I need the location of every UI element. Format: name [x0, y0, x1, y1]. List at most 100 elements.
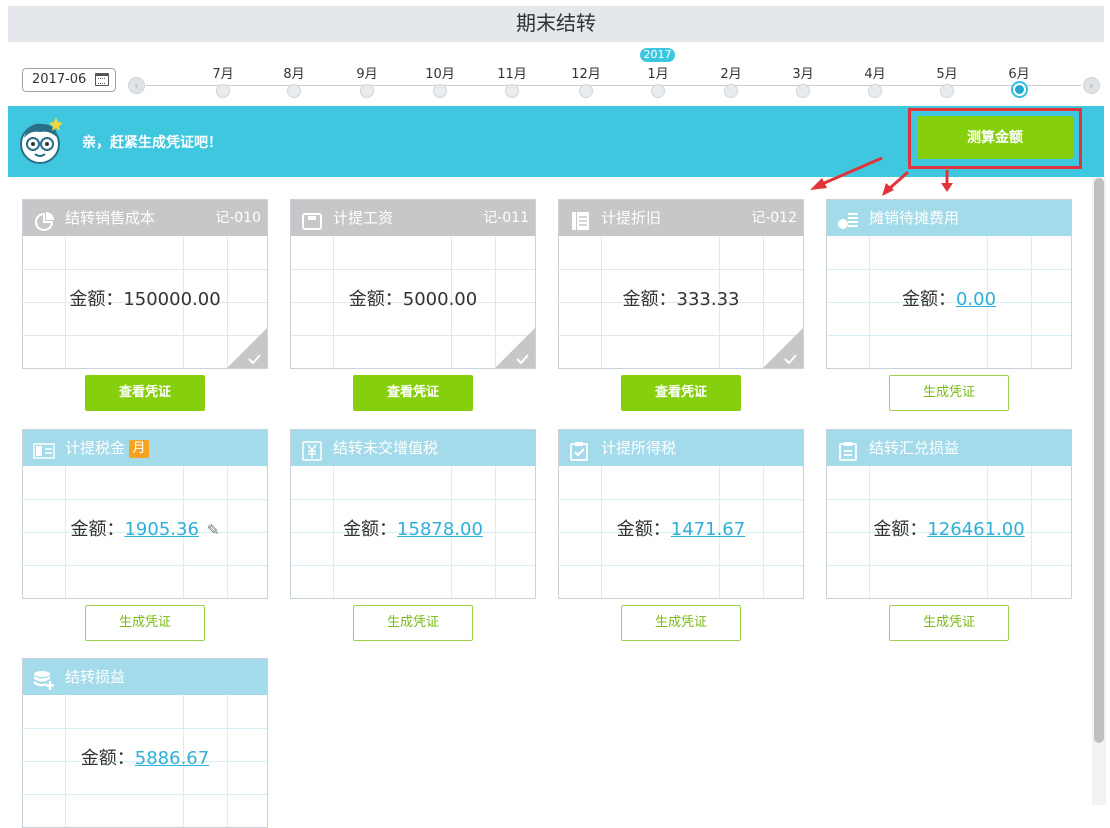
grid-line: [291, 499, 535, 500]
pie-chart-icon: [33, 208, 55, 231]
month-label: 11月: [497, 67, 527, 82]
grid-line: [23, 728, 267, 729]
timeline-month-active[interactable]: 6月: [1004, 63, 1034, 96]
card-header: 计提税金月: [23, 430, 267, 466]
card-title: 计提所得税: [601, 439, 677, 457]
transfer-card: 计提税金月金额：1905.36 ✎: [22, 429, 268, 599]
timeline-month[interactable]: 1月: [643, 63, 673, 98]
generate-voucher-button[interactable]: 生成凭证: [889, 375, 1009, 411]
page-frame: 期末结转 2017-06 ‹ 2017 7月 8月 9月 10月 11月 12月…: [0, 0, 1110, 828]
month-dot[interactable]: [724, 84, 738, 98]
card-header: 摊销待摊费用: [827, 200, 1071, 236]
completed-check-icon: [495, 328, 535, 368]
month-dot[interactable]: [216, 84, 230, 98]
generate-voucher-button[interactable]: 生成凭证: [85, 605, 205, 641]
timeline-month[interactable]: 11月: [497, 63, 527, 98]
grid-line: [827, 269, 1071, 270]
timeline-prev-arrow-icon[interactable]: ‹: [128, 77, 145, 94]
voucher-number: 记-011: [483, 210, 529, 226]
month-dot[interactable]: [360, 84, 374, 98]
timeline-next-arrow-icon[interactable]: ›: [1083, 77, 1100, 94]
view-voucher-button[interactable]: 查看凭证: [353, 375, 473, 411]
transfer-card: 摊销待摊费用金额：0.00: [826, 199, 1072, 369]
card-header: 结转汇兑损益: [827, 430, 1071, 466]
amount-value[interactable]: 1905.36: [124, 519, 198, 540]
wallet-icon: [301, 208, 323, 230]
card-title: 结转未交增值税: [333, 439, 439, 457]
timeline-month[interactable]: 9月: [352, 63, 382, 98]
card-header: 结转销售成本 记-010: [23, 200, 267, 236]
month-dot[interactable]: [796, 84, 810, 98]
timeline-month[interactable]: 5月: [932, 63, 962, 98]
month-dot[interactable]: [433, 84, 447, 98]
annotation-arrows: [810, 156, 953, 196]
amount-value[interactable]: 1471.67: [671, 519, 745, 540]
timeline-month[interactable]: 7月: [208, 63, 238, 98]
amount-value[interactable]: 5886.67: [135, 748, 209, 769]
card-header: 计提折旧 记-012: [559, 200, 803, 236]
generate-voucher-button[interactable]: 生成凭证: [353, 605, 473, 641]
card-header: 结转损益: [23, 659, 267, 695]
card-title: 结转汇兑损益: [869, 439, 960, 457]
edit-pencil-icon[interactable]: ✎: [207, 521, 220, 539]
timeline-month[interactable]: 8月: [279, 63, 309, 98]
card-title: 计提折旧: [601, 209, 662, 227]
completed-check-icon: [227, 328, 267, 368]
voucher-number: 记-010: [215, 210, 261, 226]
amount-label: 金额：: [343, 519, 398, 540]
month-label: 3月: [792, 67, 814, 82]
amount-label: 金额：: [901, 289, 956, 310]
month-dot[interactable]: [651, 84, 665, 98]
generate-voucher-button[interactable]: 生成凭证: [889, 605, 1009, 641]
month-label: 12月: [571, 67, 601, 82]
amount-value[interactable]: 126461.00: [927, 519, 1024, 540]
calendar-icon[interactable]: [95, 73, 109, 86]
card-title: 结转损益: [65, 668, 126, 686]
card-title: 摊销待摊费用: [869, 209, 960, 227]
card-amount: 金额：5000.00: [291, 285, 535, 311]
card-amount: 金额：1905.36 ✎: [23, 515, 267, 541]
month-dot[interactable]: [579, 84, 593, 98]
year-badge: 2017: [640, 48, 675, 62]
completed-check-icon: [763, 328, 803, 368]
timeline-month[interactable]: 4月: [860, 63, 890, 98]
timeline-month[interactable]: 2月: [716, 63, 746, 98]
generate-voucher-button[interactable]: 生成凭证: [621, 605, 741, 641]
clipboard-check-icon: [569, 438, 591, 461]
amount-value[interactable]: 0.00: [956, 289, 996, 310]
month-dot-active[interactable]: [1012, 83, 1026, 96]
month-label: 2月: [720, 67, 742, 82]
grid-line: [827, 335, 1071, 336]
amount-value[interactable]: 15878.00: [397, 519, 483, 540]
month-dot[interactable]: [505, 84, 519, 98]
monthly-badge: 月: [129, 439, 150, 458]
view-voucher-button[interactable]: 查看凭证: [621, 375, 741, 411]
amount-label: 金额：: [348, 289, 403, 310]
month-label: 1月: [647, 67, 669, 82]
transfer-card: 计提折旧 记-012 金额：333.33: [558, 199, 804, 369]
card-header: 计提工资 记-011: [291, 200, 535, 236]
transfer-card: 结转损益 金额：5886.67: [22, 658, 268, 828]
grid-line: [291, 269, 535, 270]
card-header: 计提所得税: [559, 430, 803, 466]
card-amount: 金额：126461.00: [827, 515, 1071, 541]
amount-value: 333.33: [676, 289, 740, 310]
timeline-month[interactable]: 3月: [788, 63, 818, 98]
month-dot[interactable]: [940, 84, 954, 98]
period-date-picker[interactable]: 2017-06: [22, 68, 116, 92]
scrollbar-thumb[interactable]: [1094, 178, 1104, 743]
documents-icon: [569, 208, 591, 230]
grid-line: [559, 269, 803, 270]
timeline-month[interactable]: 10月: [425, 63, 455, 98]
card-amount: 金额：333.33: [559, 285, 803, 311]
view-voucher-button[interactable]: 查看凭证: [85, 375, 205, 411]
month-dot[interactable]: [287, 84, 301, 98]
month-dot[interactable]: [868, 84, 882, 98]
timeline-month[interactable]: 12月: [571, 63, 601, 98]
transfer-card: 结转未交增值税金额：15878.00: [290, 429, 536, 599]
tax-icon: [33, 438, 55, 459]
yuan-card-icon: [301, 438, 323, 461]
banner-message: 亲，赶紧生成凭证吧！: [82, 135, 222, 151]
amount-value: 150000.00: [123, 289, 221, 310]
card-amount: 金额：150000.00: [23, 285, 267, 311]
